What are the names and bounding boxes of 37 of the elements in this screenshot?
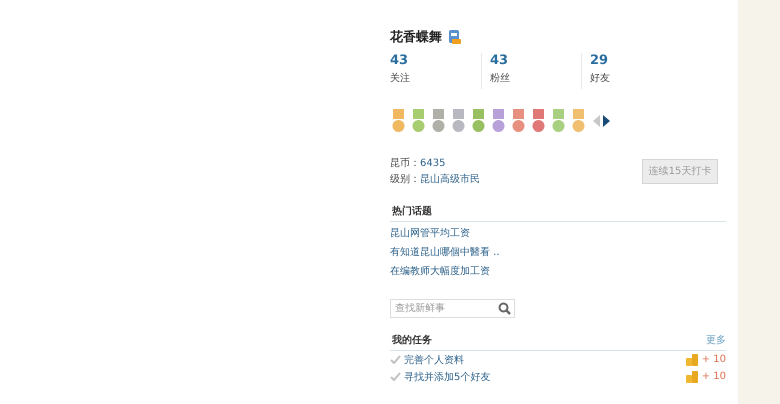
search-icon[interactable] <box>498 302 511 315</box>
stat-count[interactable]: 43 <box>390 53 408 68</box>
coins-value: 6435 <box>420 158 446 168</box>
medal-icon[interactable] <box>450 109 467 133</box>
coins-icon <box>686 370 699 383</box>
check-icon <box>390 372 401 381</box>
medal-icon[interactable] <box>530 109 547 133</box>
coins-icon <box>686 353 699 366</box>
medal-icon[interactable] <box>510 109 527 133</box>
section-title: 热门话题 <box>392 204 432 218</box>
stat-count[interactable]: 29 <box>590 53 608 68</box>
medal-icon[interactable] <box>410 109 427 133</box>
coins-label: 昆币： <box>390 156 420 170</box>
task-link[interactable]: 寻找并添加5个好友 <box>404 370 683 384</box>
medal-icon[interactable] <box>390 109 407 133</box>
stat-label[interactable]: 关注 <box>390 71 410 85</box>
medal-icon[interactable] <box>470 109 487 133</box>
arrow-right-icon[interactable] <box>603 115 610 127</box>
level-label: 级别： <box>390 173 420 186</box>
medal-icon[interactable] <box>430 109 447 133</box>
topic-link[interactable]: 昆山网管平均工资 <box>390 226 470 239</box>
medal-icon[interactable] <box>570 109 587 133</box>
reward-points: + 10 <box>702 371 726 382</box>
stat-count[interactable]: 43 <box>490 53 508 68</box>
badge-icon <box>448 30 461 44</box>
stat-label[interactable]: 粉丝 <box>490 71 510 85</box>
section-title: 我的任务 <box>392 334 432 347</box>
reward-points: + 10 <box>702 354 726 365</box>
user-name: 花香蝶舞 <box>390 29 442 46</box>
stat-label[interactable]: 好友 <box>590 71 610 85</box>
task-link[interactable]: 完善个人资料 <box>404 352 683 366</box>
medal-icon[interactable] <box>550 109 567 133</box>
topic-link[interactable]: 有知道昆山哪個中醫看 .. <box>390 245 500 258</box>
topic-link[interactable]: 在编教师大幅度加工资 <box>390 264 490 277</box>
check-icon <box>390 355 401 364</box>
level-value[interactable]: 昆山高级市民 <box>420 172 480 186</box>
medal-icon[interactable] <box>490 109 507 133</box>
